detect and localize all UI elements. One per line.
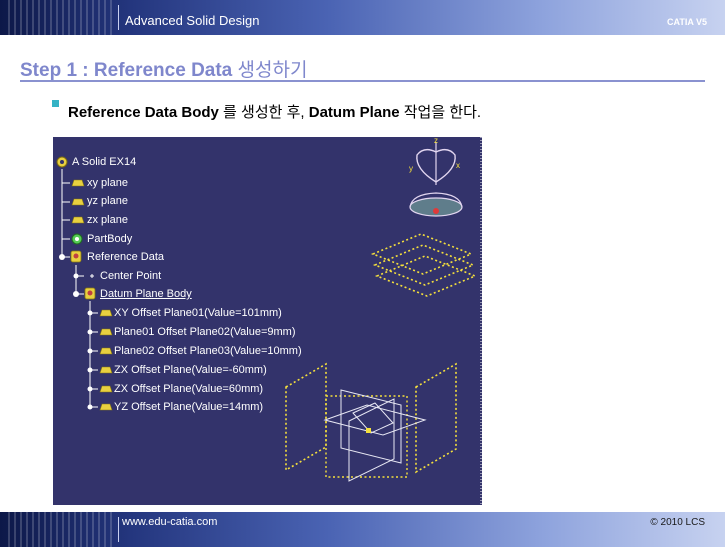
tree-expand-toggles	[59, 254, 93, 410]
tree-item-root[interactable]: A Solid EX14	[72, 156, 136, 169]
tree-item-reference-data[interactable]: Reference Data	[87, 251, 164, 264]
tree-item-offset-plane-6[interactable]: YZ Offset Plane(Value=14mm)	[114, 401, 263, 414]
vertical-offset-planes	[285, 362, 457, 482]
center-point-icon	[90, 274, 94, 278]
header-brand: CATIA V5	[666, 17, 707, 27]
compass-icon[interactable]: z x y	[409, 137, 463, 217]
bullet-square-icon	[52, 100, 59, 107]
product-gear-icon	[56, 156, 68, 168]
origin-point-marker	[366, 428, 371, 433]
tree-item-offset-plane-5[interactable]: ZX Offset Plane(Value=60mm)	[114, 383, 263, 396]
reference-data-body-icon	[70, 250, 82, 263]
tree-item-offset-plane-2[interactable]: Plane01 Offset Plane02(Value=9mm)	[114, 326, 296, 339]
tree-item-offset-plane-3[interactable]: Plane02 Offset Plane03(Value=10mm)	[114, 345, 302, 358]
footer-url-link[interactable]: www.edu-catia.com	[122, 516, 217, 528]
header-separator	[118, 5, 119, 30]
footer-pattern	[8, 512, 116, 547]
tree-item-partbody[interactable]: PartBody	[87, 233, 132, 246]
tree-item-yz-plane[interactable]: yz plane	[87, 195, 128, 208]
slide-footer: www.edu-catia.com © 2010 LCS	[0, 512, 725, 547]
bullet-bold-1: Reference Data Body	[68, 104, 219, 121]
header-title: Advanced Solid Design	[125, 13, 260, 28]
header-pattern	[8, 0, 116, 35]
footer-separator	[118, 517, 119, 542]
viewport-graphics: z x y	[56, 137, 482, 505]
step-title: Step 1 : Reference Data 생성하기	[20, 55, 307, 82]
tree-item-center-point[interactable]: Center Point	[100, 270, 161, 283]
tree-item-datum-plane-body[interactable]: Datum Plane Body	[100, 288, 192, 301]
bullet-text-2: 를 생성한 후,	[218, 104, 309, 121]
compass-y-label: y	[409, 164, 413, 173]
title-underline	[20, 80, 705, 82]
footer-copyright: © 2010 LCS	[650, 517, 705, 528]
step-title-kr: 생성하기	[237, 60, 308, 81]
bullet-bold-2: Datum Plane	[308, 104, 400, 121]
step-title-en: Step 1 : Reference Data	[20, 60, 233, 81]
datum-body-icon	[84, 287, 96, 300]
tree-item-zx-plane[interactable]: zx plane	[87, 214, 128, 227]
horizontal-offset-planes	[370, 233, 478, 297]
compass-z-label: z	[434, 137, 438, 145]
compass-x-label: x	[456, 161, 460, 170]
tree-item-offset-plane-1[interactable]: XY Offset Plane01(Value=101mm)	[114, 307, 282, 320]
tree-item-xy-plane[interactable]: xy plane	[87, 177, 128, 190]
catia-viewport[interactable]: z x y A Solid EX14 xy plane yz plane zx …	[53, 137, 482, 505]
slide-header: Advanced Solid Design CATIA V5	[0, 0, 725, 35]
bullet-text: Reference Data Body 를 생성한 후, Datum Plane…	[68, 101, 481, 122]
partbody-gear-icon	[71, 233, 83, 245]
bullet-text-4: 작업을 한다.	[399, 104, 482, 121]
tree-item-offset-plane-4[interactable]: ZX Offset Plane(Value=-60mm)	[114, 364, 267, 377]
